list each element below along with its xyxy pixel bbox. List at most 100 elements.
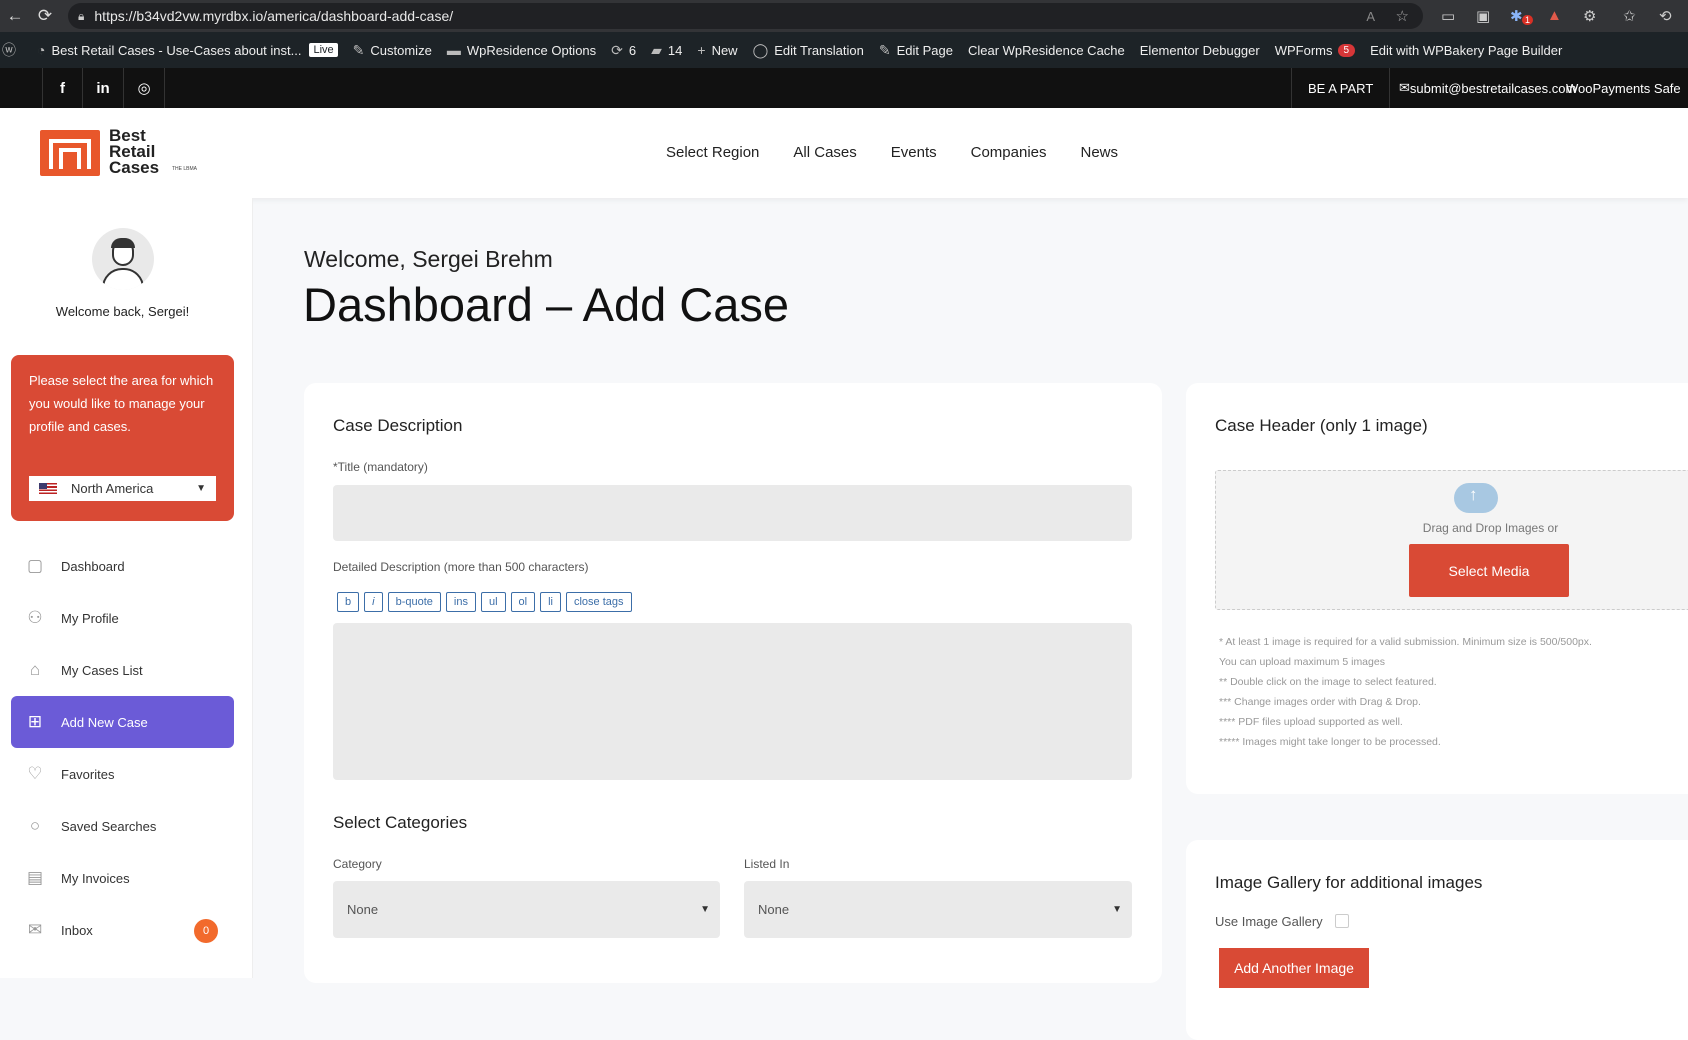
listed-in-select[interactable]: None ▼ (744, 881, 1132, 938)
email-link[interactable]: ✉ submit@bestretailcases.com (1399, 68, 1576, 108)
read-aloud-icon[interactable]: A (1366, 9, 1375, 24)
facebook-icon[interactable]: f (42, 68, 83, 108)
extension-red-icon[interactable]: ▲ (1547, 7, 1562, 24)
nav-companies[interactable]: Companies (971, 144, 1047, 161)
history-icon[interactable]: ⟲ (1659, 7, 1672, 25)
description-textarea[interactable] (333, 623, 1132, 780)
us-flag-icon (39, 483, 57, 494)
dropzone-text: Drag and Drop Images or (1422, 521, 1559, 535)
updates-link[interactable]: ⟳ 6 (611, 42, 636, 59)
wpbakery-link[interactable]: Edit with WPBakery Page Builder (1370, 43, 1562, 58)
section-title: Image Gallery for additional images (1215, 873, 1483, 892)
site-name-link[interactable]: ◔ Best Retail Cases - Use-Cases about ins… (37, 42, 338, 58)
lock-icon: 🔒︎ (78, 8, 85, 23)
quicktag-bold-button[interactable]: b (337, 592, 360, 612)
edit-translation-link[interactable]: ◯ Edit Translation (753, 42, 864, 59)
upload-note: **** PDF files upload supported as well. (1219, 716, 1403, 728)
upload-note: ***** Images might take longer to be pro… (1219, 736, 1441, 748)
sidebar-item-my-profile[interactable]: ⚇ My Profile (11, 592, 234, 644)
sidebar-item-saved-searches[interactable]: ○ Saved Searches (11, 800, 234, 852)
quicktag-ul-button[interactable]: ul (480, 592, 506, 612)
nav-events[interactable]: Events (891, 144, 937, 161)
listed-in-value: None (758, 902, 790, 917)
wpforms-badge: 5 (1337, 43, 1356, 57)
extension-icon[interactable]: ✱ (1510, 7, 1523, 25)
mail-icon: ✉ (27, 920, 43, 939)
logo-mark-icon[interactable] (40, 130, 100, 176)
wp-logo[interactable]: ⓦ (2, 40, 22, 60)
wp-admin-bar: ⓦ ◔ Best Retail Cases - Use-Cases about i… (0, 32, 1688, 68)
comment-icon: ▰ (651, 41, 662, 58)
reload-icon[interactable]: ⟳ (30, 6, 60, 26)
image-gallery-card: Image Gallery for additional images Use … (1186, 840, 1688, 1040)
be-a-part-link[interactable]: BE A PART (1291, 68, 1391, 108)
nav-select-region[interactable]: Select Region (666, 144, 759, 161)
quicktag-ins-button[interactable]: ins (445, 592, 476, 612)
region-select[interactable]: North America ▼ (29, 476, 216, 501)
sidebar-item-favorites[interactable]: ♡ Favorites (11, 748, 234, 800)
quicktag-close-tags-button[interactable]: close tags (565, 592, 632, 612)
be-a-part-label: BE A PART (1308, 80, 1374, 96)
favorite-star-icon[interactable]: ☆ (1396, 7, 1409, 25)
clear-cache-link[interactable]: Clear WpResidence Cache (968, 43, 1125, 58)
caret-down-icon: ▼ (196, 483, 206, 494)
instagram-icon[interactable]: ◎ (124, 68, 165, 108)
quicktag-bquote-button[interactable]: b-quote (387, 592, 441, 612)
url-text: https://b34vd2vw.myrdbx.io/america/dashb… (94, 8, 454, 24)
title-label: *Title (mandatory) (333, 460, 428, 474)
edit-translation-label: Edit Translation (774, 42, 864, 58)
upload-note: *** Change images order with Drag & Drop… (1219, 696, 1421, 708)
use-gallery-label: Use Image Gallery (1215, 914, 1323, 929)
wpresidence-options-link[interactable]: ▬ WpResidence Options (447, 42, 596, 58)
updates-count: 6 (628, 42, 637, 58)
quicktag-li-button[interactable]: li (540, 592, 561, 612)
add-another-image-button[interactable]: Add Another Image (1219, 948, 1369, 988)
region-prompt: Please select the area for which you wou… (29, 373, 214, 434)
sidebar-item-my-cases-list[interactable]: ⌂ My Cases List (11, 644, 234, 696)
new-link[interactable]: + New (697, 42, 737, 58)
live-badge: Live (309, 43, 338, 57)
title-input[interactable] (333, 485, 1132, 541)
sidebar-item-my-invoices[interactable]: ▤ My Invoices (11, 852, 234, 904)
nav-all-cases[interactable]: All Cases (793, 144, 856, 161)
avatar[interactable] (92, 228, 154, 290)
sidebar-menu: ▢ Dashboard ⚇ My Profile ⌂ My Cases List ⊞ A… (11, 540, 234, 956)
linkedin-icon[interactable]: in (83, 68, 124, 108)
case-header-card: Case Header (only 1 image) ↑ Drag and Dr… (1186, 383, 1688, 794)
sidebar-item-inbox[interactable]: ✉ Inbox 0 (11, 904, 234, 956)
elementor-label: Elementor Debugger (1139, 42, 1260, 58)
new-label: New (711, 42, 738, 58)
heart-icon: ♡ (27, 764, 43, 783)
woopayments-link[interactable]: WooPayments Safe (1566, 68, 1681, 108)
favorites-icon[interactable]: ✩ (1623, 7, 1636, 25)
image-dropzone[interactable]: ↑ Drag and Drop Images or Select Media (1215, 470, 1688, 610)
email-text: submit@bestretailcases.com (1409, 80, 1577, 96)
search-icon: ○ (29, 816, 41, 835)
sidebar-item-dashboard[interactable]: ▢ Dashboard (11, 540, 234, 592)
sidebar-item-label: My Invoices (61, 870, 130, 886)
quicktag-ol-button[interactable]: ol (510, 592, 536, 612)
address-bar[interactable]: 🔒︎ https://b34vd2vw.myrdbx.io/america/da… (68, 3, 1423, 29)
sidebar-item-label: Inbox (61, 922, 93, 938)
puzzle-icon[interactable]: ⚙ (1583, 7, 1596, 25)
folder-icon: ▬ (446, 42, 461, 58)
sidebar-item-add-new-case[interactable]: ⊞ Add New Case (11, 696, 234, 748)
edit-page-link[interactable]: ✎ Edit Page (879, 42, 953, 59)
quicktag-italic-button[interactable]: i (364, 592, 383, 612)
comments-link[interactable]: ▰ 14 (651, 42, 682, 59)
logo-text[interactable]: Best Retail Cases (109, 127, 159, 176)
category-select[interactable]: None ▼ (333, 881, 720, 938)
use-gallery-checkbox[interactable] (1335, 914, 1349, 928)
dashboard-speed-icon: ◔ (37, 42, 46, 58)
back-icon[interactable]: ← (0, 6, 30, 26)
cloud-upload-icon: ↑ (1454, 483, 1498, 513)
screen-icon[interactable]: ▭ (1441, 7, 1455, 25)
customize-link[interactable]: ✎ Customize (353, 42, 432, 59)
elementor-debugger-link[interactable]: Elementor Debugger (1140, 43, 1260, 58)
split-tab-icon[interactable]: ▣ (1476, 7, 1490, 25)
select-media-button[interactable]: Select Media (1409, 544, 1569, 597)
nav-news[interactable]: News (1081, 144, 1119, 161)
wpforms-link[interactable]: WPForms 5 (1275, 43, 1356, 58)
dashboard-icon: ▢ (26, 556, 44, 575)
sidebar-item-label: Favorites (61, 766, 115, 782)
